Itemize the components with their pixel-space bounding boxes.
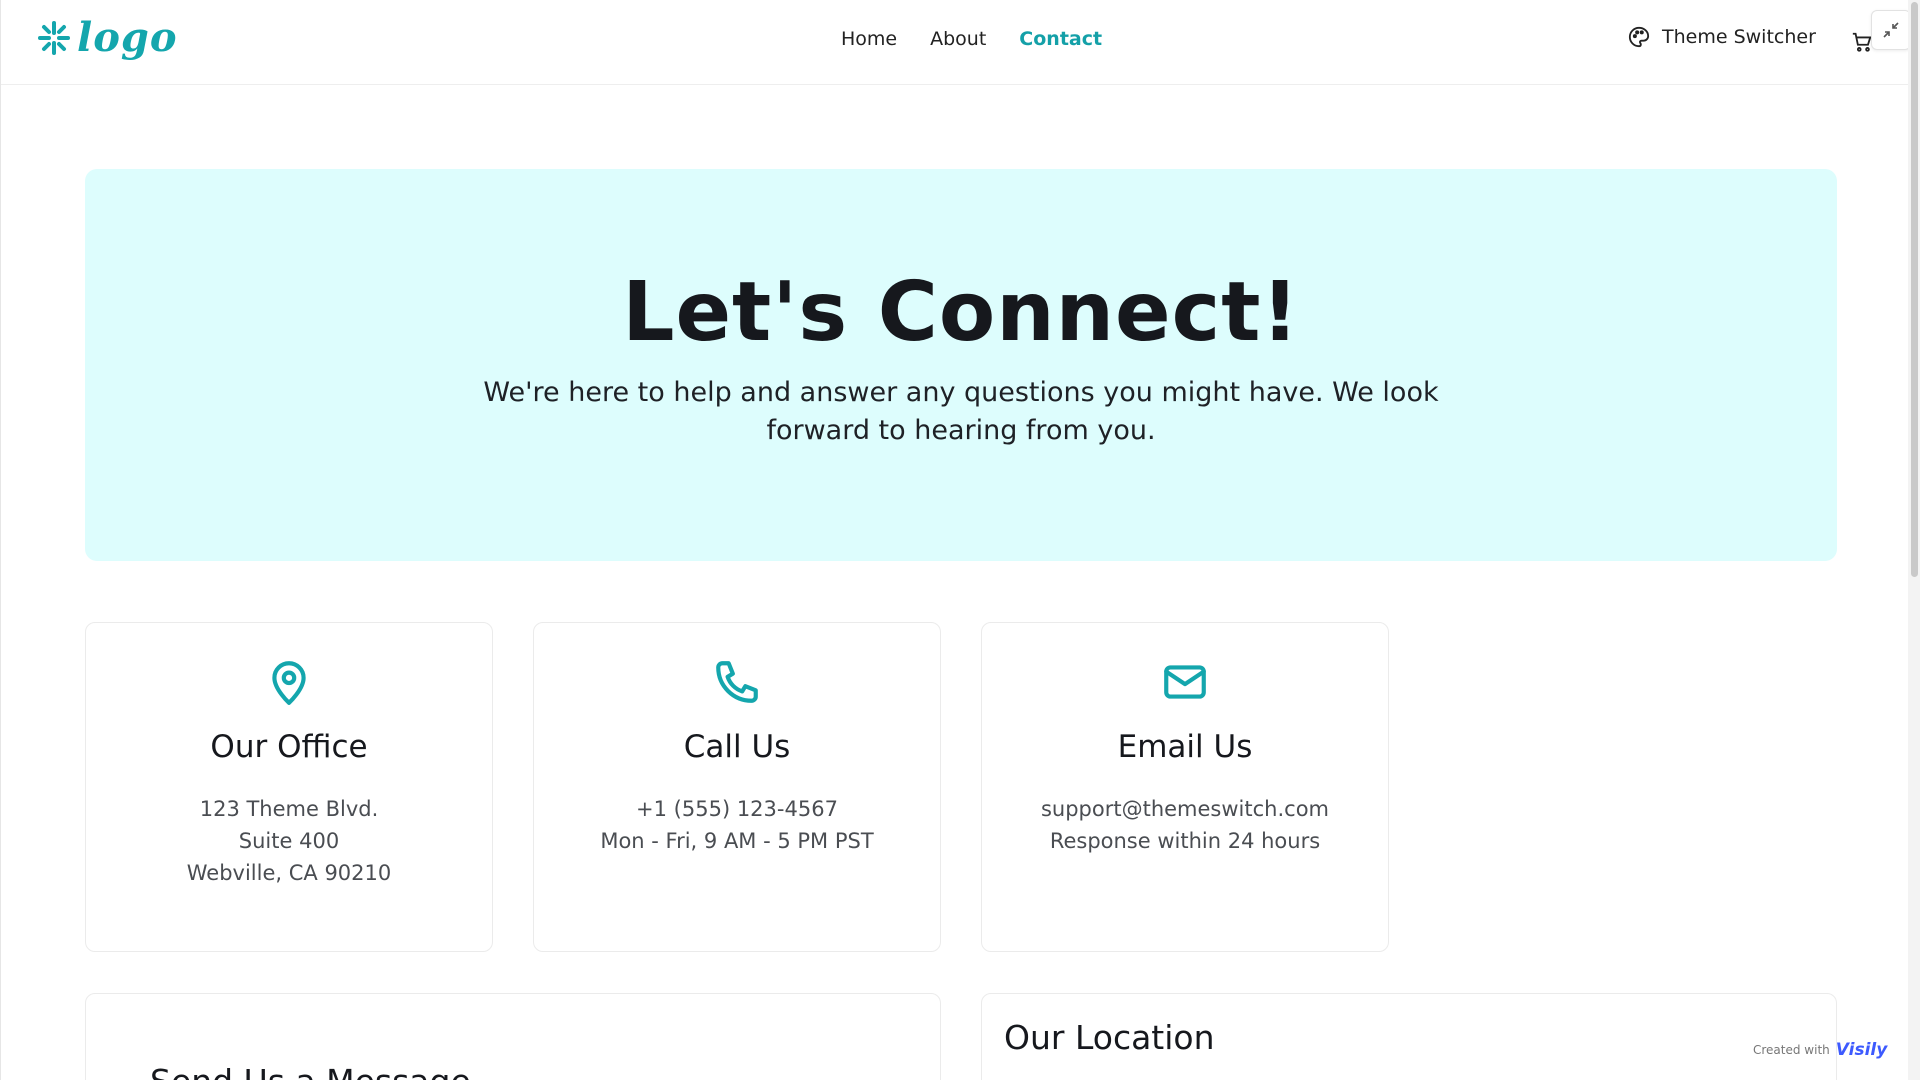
map-pin-icon [272, 661, 306, 705]
hero-banner: Let's Connect! We're here to help and an… [85, 169, 1837, 561]
message-form-title: Send Us a Message [150, 1062, 471, 1080]
theme-switcher-button[interactable]: Theme Switcher [1628, 26, 1816, 48]
cart-icon [1852, 32, 1872, 52]
email-card: Email Us support@themeswitch.com Respons… [981, 622, 1389, 952]
site-header: logo Home About Contact Theme Switcher [1, 0, 1920, 85]
main-nav: Home About Contact [841, 28, 1102, 50]
hero-title: Let's Connect! [622, 265, 1300, 360]
logo-text: logo [77, 14, 178, 61]
email-response-time: Response within 24 hours [1049, 829, 1321, 853]
nav-contact[interactable]: Contact [1019, 28, 1102, 50]
cart-button[interactable] [1851, 31, 1873, 57]
logo[interactable]: logo [37, 18, 178, 58]
theme-switcher-label: Theme Switcher [1662, 26, 1816, 48]
scrollbar[interactable] [1908, 0, 1920, 1080]
call-card: Call Us +1 (555) 123-4567 Mon - Fri, 9 A… [533, 622, 941, 952]
email-address[interactable]: support@themeswitch.com [982, 793, 1388, 825]
call-details: +1 (555) 123-4567 Mon - Fri, 9 AM - 5 PM… [534, 793, 940, 857]
email-title: Email Us [1117, 729, 1253, 765]
page: logo Home About Contact Theme Switcher L… [0, 0, 1920, 1080]
phone-number[interactable]: +1 (555) 123-4567 [534, 793, 940, 825]
scrollbar-thumb[interactable] [1911, 2, 1918, 577]
sparkle-logo-icon [38, 21, 70, 55]
office-card: Our Office 123 Theme Blvd. Suite 400 Web… [85, 622, 493, 952]
call-title: Call Us [683, 729, 791, 765]
call-hours: Mon - Fri, 9 AM - 5 PM PST [600, 829, 874, 853]
palette-icon [1628, 26, 1650, 48]
hero-subtitle: We're here to help and answer any questi… [483, 377, 1439, 446]
nav-home[interactable]: Home [841, 28, 897, 50]
location-card: Our Location [981, 993, 1837, 1080]
office-details: 123 Theme Blvd. Suite 400 Webville, CA 9… [86, 793, 492, 889]
collapse-icon [1883, 22, 1899, 38]
message-form-card: Send Us a Message [85, 993, 941, 1080]
nav-about[interactable]: About [930, 28, 986, 50]
email-details: support@themeswitch.com Response within … [982, 793, 1388, 857]
office-line: 123 Theme Blvd. [199, 797, 379, 821]
collapse-button[interactable] [1871, 10, 1911, 50]
created-with-badge[interactable]: Created with Visily [1753, 1040, 1887, 1060]
office-line: Webville, CA 90210 [186, 861, 392, 885]
badge-prefix: Created with [1753, 1043, 1830, 1057]
mail-icon [1164, 665, 1206, 699]
phone-icon [716, 661, 758, 703]
location-title: Our Location [1004, 1018, 1215, 1057]
badge-brand: Visily [1835, 1040, 1888, 1060]
office-title: Our Office [210, 729, 368, 765]
office-line: Suite 400 [238, 829, 340, 853]
